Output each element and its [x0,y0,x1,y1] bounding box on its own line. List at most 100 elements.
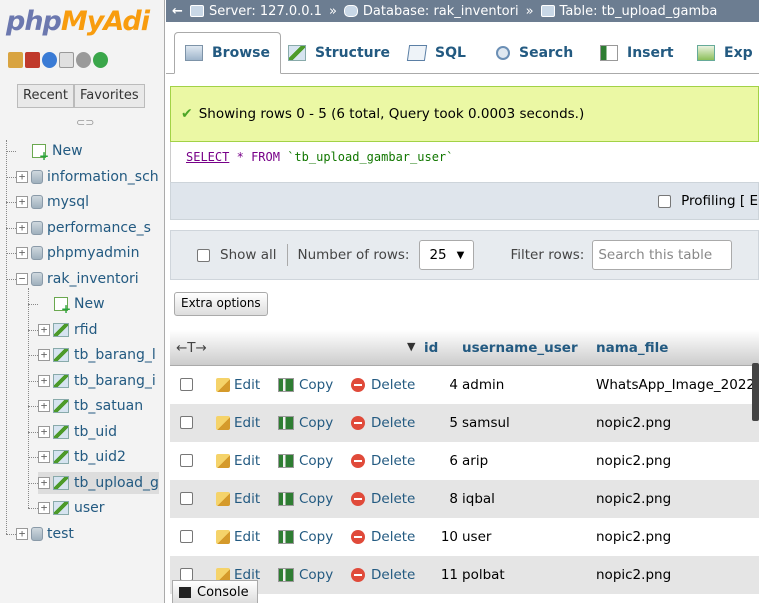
cell-username-user[interactable]: iqbal [462,491,495,507]
breadcrumb-database[interactable]: Database: rak_inventori [363,4,519,19]
tree-item-table[interactable]: + tb_barang_l [38,344,156,366]
tree-item-db[interactable]: + phpmyadmin [16,242,139,264]
cell-id[interactable]: 10 [424,529,458,545]
cell-id[interactable]: 6 [424,453,458,469]
expand-icon[interactable]: + [38,374,50,387]
docs-icon[interactable] [59,52,74,68]
expand-icon[interactable]: + [38,451,50,463]
cell-username-user[interactable]: user [462,529,491,545]
row-checkbox[interactable] [180,378,193,391]
cell-nama-file[interactable]: nopic2.png [596,529,671,545]
edit-link[interactable]: Edit [216,377,260,393]
show-all-checkbox[interactable] [197,248,210,262]
column-header-nama-file[interactable]: nama_file [596,340,668,356]
tab-favorites[interactable]: Favorites [73,84,145,108]
sort-icon[interactable]: ▼ [407,340,415,353]
tree-item-db[interactable]: + mysql [16,191,89,213]
collapse-icon[interactable]: − [16,272,28,285]
tab-search[interactable]: Search [486,32,583,74]
tree-item-table[interactable]: + user [38,497,105,519]
copy-link[interactable]: Copy [278,567,333,583]
cell-nama-file[interactable]: nopic2.png [596,415,671,431]
tree-item-table[interactable]: + tb_satuan [38,395,143,417]
cell-id[interactable]: 4 [424,377,458,393]
expand-icon[interactable]: + [38,400,50,412]
expand-icon[interactable]: + [16,221,28,234]
help-icon[interactable] [42,52,57,68]
breadcrumb-table[interactable]: Table: tb_upload_gamba [560,4,718,19]
expand-icon[interactable]: + [16,196,28,208]
edit-link[interactable]: Edit [216,453,260,469]
expand-icon[interactable]: + [38,425,50,438]
home-icon[interactable] [8,52,23,68]
profiling-checkbox[interactable] [658,194,672,208]
tree-item-table[interactable]: + tb_barang_i [38,370,156,392]
console-button[interactable]: Console [172,580,258,603]
expand-icon[interactable]: + [38,502,50,514]
cell-id[interactable]: 8 [424,491,458,507]
delete-link[interactable]: Delete [351,377,415,393]
tree-item-db[interactable]: + test [16,523,74,545]
delete-link[interactable]: Delete [351,491,415,507]
row-checkbox[interactable] [180,416,193,429]
tree-item-table[interactable]: + tb_uid [38,421,117,443]
tree-item-new[interactable]: New [54,293,105,316]
tree-item-db[interactable]: − rak_inventori [16,268,139,290]
tab-insert[interactable]: Insert [590,32,684,74]
expand-icon[interactable]: + [38,323,50,336]
tree-item-db[interactable]: + performance_s [16,217,151,239]
tab-sql[interactable]: SQL [398,32,476,74]
sql-select-link[interactable]: SELECT [186,150,229,164]
delete-link[interactable]: Delete [351,415,415,431]
show-all-label[interactable]: Show all [220,247,277,263]
tree-item-db[interactable]: + information_sch [16,166,159,188]
logout-icon[interactable] [25,52,40,68]
copy-link[interactable]: Copy [278,453,333,469]
column-header-id[interactable]: id [424,340,438,356]
tree-item-table[interactable]: + tb_uid2 [38,446,126,468]
tab-browse[interactable]: Browse [174,32,281,74]
reload-icon[interactable] [93,52,108,68]
cell-username-user[interactable]: polbat [462,567,505,583]
cell-id[interactable]: 5 [424,415,458,431]
column-header-username-user[interactable]: username_user [462,340,578,356]
copy-link[interactable]: Copy [278,377,333,393]
phpmyadmin-logo[interactable]: phpMyAdi [6,6,150,37]
cell-username-user[interactable]: samsul [462,415,510,431]
tab-export[interactable]: Exp [687,32,759,74]
expand-icon[interactable]: + [16,170,28,183]
copy-link[interactable]: Copy [278,491,333,507]
edit-link[interactable]: Edit [216,415,260,431]
cell-nama-file[interactable]: WhatsApp_Image_2022 [596,377,755,393]
collapse-arrow-icon[interactable]: ← [172,4,184,19]
settings-icon[interactable] [76,52,91,68]
tab-recent[interactable]: Recent [17,84,74,108]
delete-link[interactable]: Delete [351,529,415,545]
delete-link[interactable]: Delete [351,567,415,583]
tree-item-table[interactable]: + tb_upload_g [38,471,159,494]
delete-link[interactable]: Delete [351,453,415,469]
column-arrows-icon[interactable]: ←T→ [176,340,207,356]
edit-link[interactable]: Edit [216,491,260,507]
row-checkbox[interactable] [180,454,193,467]
cell-nama-file[interactable]: nopic2.png [596,567,671,583]
cell-nama-file[interactable]: nopic2.png [596,453,671,469]
edit-link[interactable]: Edit [216,529,260,545]
expand-icon[interactable]: + [16,247,28,259]
tree-item-table[interactable]: + rfid [38,319,97,341]
cell-username-user[interactable]: arip [462,453,488,469]
expand-icon[interactable]: + [16,527,28,540]
tree-item-new[interactable]: New [32,140,83,163]
cell-id[interactable]: 11 [424,567,458,583]
row-checkbox[interactable] [180,492,193,505]
cell-username-user[interactable]: admin [462,377,504,393]
expand-icon[interactable]: + [38,476,50,489]
breadcrumb-server[interactable]: Server: 127.0.0.1 [209,4,322,19]
tab-structure[interactable]: Structure [278,32,400,74]
extra-options-button[interactable]: Extra options [174,292,268,316]
filter-rows-input[interactable]: Search this table [592,240,733,270]
expand-icon[interactable]: + [38,349,50,361]
profiling-label[interactable]: Profiling [ E [681,193,758,209]
row-checkbox[interactable] [180,530,193,543]
copy-link[interactable]: Copy [278,529,333,545]
